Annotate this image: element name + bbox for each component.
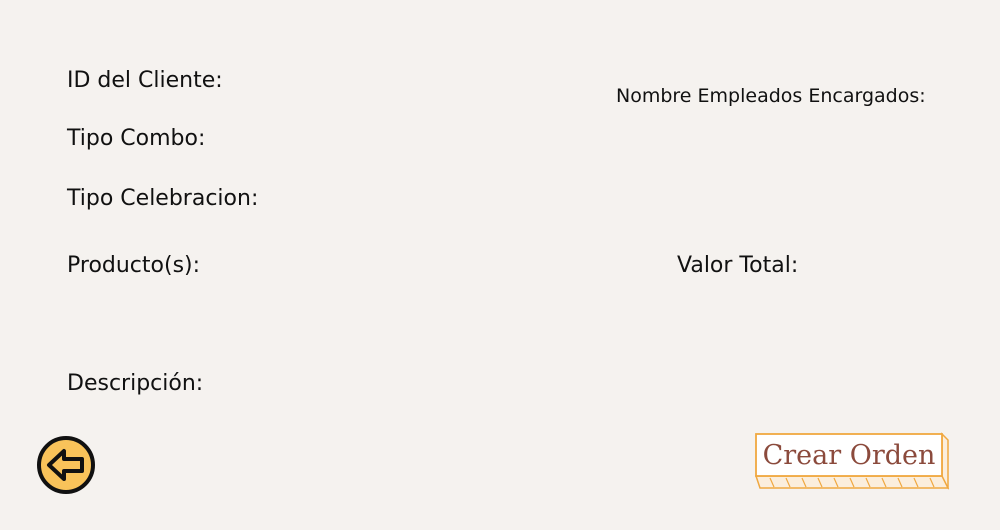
client-id-label: ID del Cliente: bbox=[67, 68, 223, 93]
products-label: Producto(s): bbox=[67, 253, 201, 278]
back-button[interactable] bbox=[36, 435, 96, 495]
arrow-left-icon bbox=[37, 436, 95, 494]
description-label: Descripción: bbox=[67, 371, 204, 396]
employees-label: Nombre Empleados Encargados: bbox=[616, 85, 926, 107]
celebration-type-label: Tipo Celebracion: bbox=[67, 186, 259, 211]
total-value-label: Valor Total: bbox=[677, 253, 799, 278]
create-order-label: Crear Orden bbox=[762, 439, 936, 471]
combo-type-label: Tipo Combo: bbox=[67, 126, 206, 151]
create-order-button[interactable]: Crear Orden bbox=[748, 428, 950, 494]
